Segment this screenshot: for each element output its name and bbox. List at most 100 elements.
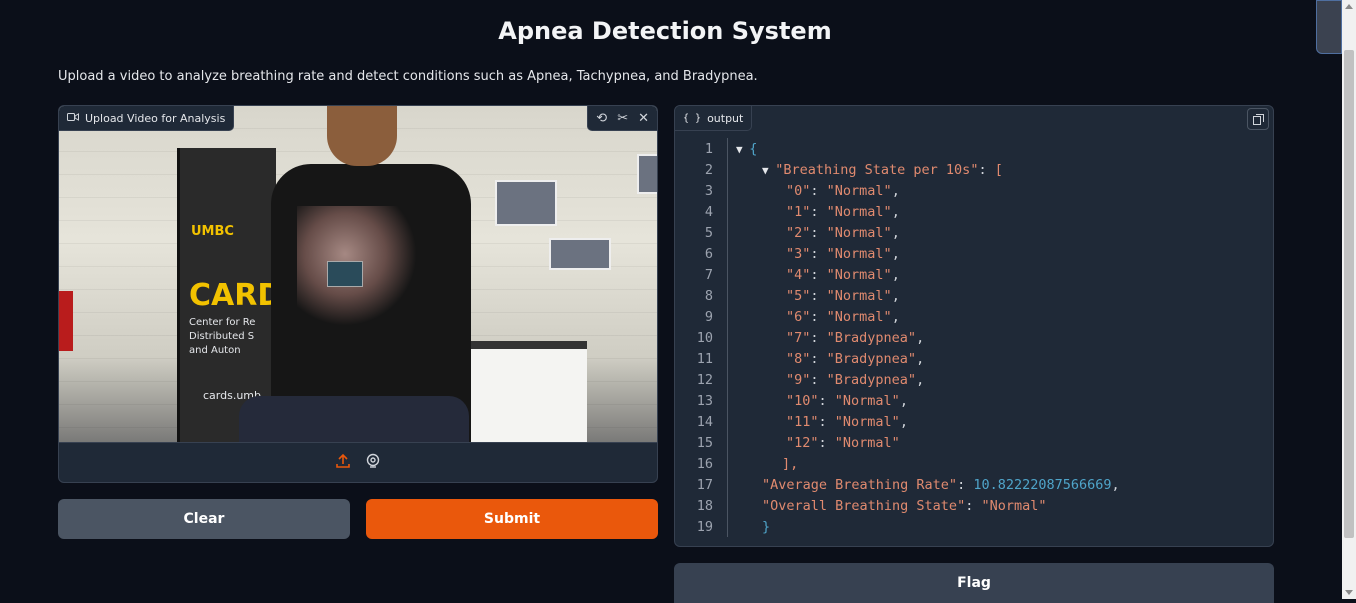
json-icon: { } <box>683 112 702 124</box>
copy-icon[interactable] <box>1247 108 1269 130</box>
code-token: , <box>916 350 925 367</box>
video-input-label: Upload Video for Analysis <box>59 106 235 131</box>
video-upload-panel[interactable]: UMBC CARD Center for Re Distributed S an… <box>58 105 658 483</box>
page-scrollbar[interactable] <box>1342 0 1356 599</box>
code-token: "Normal" <box>834 392 900 409</box>
video-preview[interactable]: UMBC CARD Center for Re Distributed S an… <box>59 106 657 442</box>
scroll-down-arrow[interactable] <box>1345 590 1353 595</box>
code-token: : <box>810 266 827 283</box>
code-gutter <box>727 411 728 432</box>
code-token: , <box>899 413 908 430</box>
line-number: 9 <box>704 308 713 325</box>
collapse-toggle-icon[interactable]: ▼ <box>762 164 775 177</box>
code-token: : <box>965 497 982 514</box>
code-content: "10": "Normal", <box>736 393 908 409</box>
code-token: "7" <box>786 329 811 346</box>
code-content: "3": "Normal", <box>736 246 900 262</box>
scroll-up-arrow[interactable] <box>1345 4 1353 9</box>
json-output-panel: { } output 1 ▼ {2 ▼ "Breathing State per 1… <box>674 105 1274 547</box>
code-token: "Normal" <box>981 497 1047 514</box>
submit-button[interactable]: Submit <box>366 499 658 539</box>
code-gutter <box>727 306 728 327</box>
code-line: 6 "3": "Normal", <box>675 243 1273 264</box>
code-gutter <box>727 285 728 306</box>
code-line: 14 "11": "Normal", <box>675 411 1273 432</box>
code-content: "12": "Normal" <box>736 435 900 451</box>
line-number: 7 <box>704 266 713 283</box>
code-token: : <box>810 287 827 304</box>
scissors-icon[interactable]: ✂ <box>617 111 628 126</box>
code-gutter <box>727 348 728 369</box>
code-token: : <box>810 308 827 325</box>
webcam-icon[interactable] <box>365 453 381 473</box>
code-content: } <box>736 519 770 535</box>
code-content: "7": "Bradypnea", <box>736 330 924 346</box>
banner-sub-text: Center for Re Distributed S and Auton <box>189 317 256 356</box>
code-token: : <box>810 350 827 367</box>
code-content: "11": "Normal", <box>736 414 908 430</box>
code-token: , <box>891 266 900 283</box>
code-gutter <box>727 264 728 285</box>
code-token: , <box>899 392 908 409</box>
code-token: 10.82222087566669 <box>973 476 1112 493</box>
line-number: 13 <box>696 392 713 409</box>
code-token: , <box>891 182 900 199</box>
code-line: 8 "5": "Normal", <box>675 285 1273 306</box>
code-gutter <box>727 516 728 537</box>
code-token: "3" <box>786 245 811 262</box>
code-line: 19} <box>675 516 1273 537</box>
code-line: 10 "7": "Bradypnea", <box>675 327 1273 348</box>
line-number: 10 <box>696 329 713 346</box>
code-content: "4": "Normal", <box>736 267 900 283</box>
code-line: 1 ▼ { <box>675 138 1273 159</box>
code-token: "2" <box>786 224 811 241</box>
person-legs <box>239 396 469 442</box>
output-label-text: output <box>707 111 744 125</box>
undo-icon[interactable]: ⟲ <box>596 111 607 126</box>
code-token: : <box>810 245 827 262</box>
banner-logo-text: UMBC <box>191 224 234 239</box>
code-token: } <box>762 518 771 535</box>
code-gutter <box>727 222 728 243</box>
line-number: 15 <box>696 434 713 451</box>
code-content: "0": "Normal", <box>736 183 900 199</box>
code-token: : <box>810 329 827 346</box>
line-number: 3 <box>704 182 713 199</box>
code-token: , <box>891 287 900 304</box>
code-token: , <box>891 245 900 262</box>
json-code-view[interactable]: 1 ▼ {2 ▼ "Breathing State per 10s": [3 "0":… <box>675 138 1273 537</box>
code-line: 4 "1": "Normal", <box>675 201 1273 222</box>
code-token: : <box>818 392 835 409</box>
code-token: "5" <box>786 287 811 304</box>
code-token: "Normal" <box>826 266 892 283</box>
scrollbar-thumb[interactable] <box>1344 50 1354 538</box>
code-token: "10" <box>786 392 819 409</box>
code-token: : <box>810 182 827 199</box>
code-token: "Bradypnea" <box>826 350 917 367</box>
code-token: : <box>957 476 974 493</box>
wall-photo <box>637 154 657 194</box>
code-line: 18 "Overall Breathing State": "Normal" <box>675 495 1273 516</box>
code-token: "Bradypnea" <box>826 371 917 388</box>
flag-button[interactable]: Flag <box>674 563 1274 603</box>
code-token: "12" <box>786 434 819 451</box>
code-token: : <box>818 413 835 430</box>
collapse-toggle-icon[interactable]: ▼ <box>736 143 749 156</box>
line-number: 2 <box>704 161 713 178</box>
clear-button[interactable]: Clear <box>58 499 350 539</box>
code-token: "Normal" <box>826 182 892 199</box>
code-token: : <box>818 434 835 451</box>
video-controls: ⟲ ✂ ✕ <box>587 106 657 131</box>
line-number: 18 <box>696 497 713 514</box>
code-token: "Normal" <box>834 434 900 451</box>
code-token: , <box>891 203 900 220</box>
code-token: "Normal" <box>834 413 900 430</box>
upload-icon[interactable] <box>335 453 351 473</box>
output-label: { } output <box>675 106 753 131</box>
code-line: 11 "8": "Bradypnea", <box>675 348 1273 369</box>
close-icon[interactable]: ✕ <box>638 111 649 126</box>
line-number: 17 <box>696 476 713 493</box>
code-gutter <box>727 201 728 222</box>
code-token: , <box>891 308 900 325</box>
code-content: "2": "Normal", <box>736 225 900 241</box>
